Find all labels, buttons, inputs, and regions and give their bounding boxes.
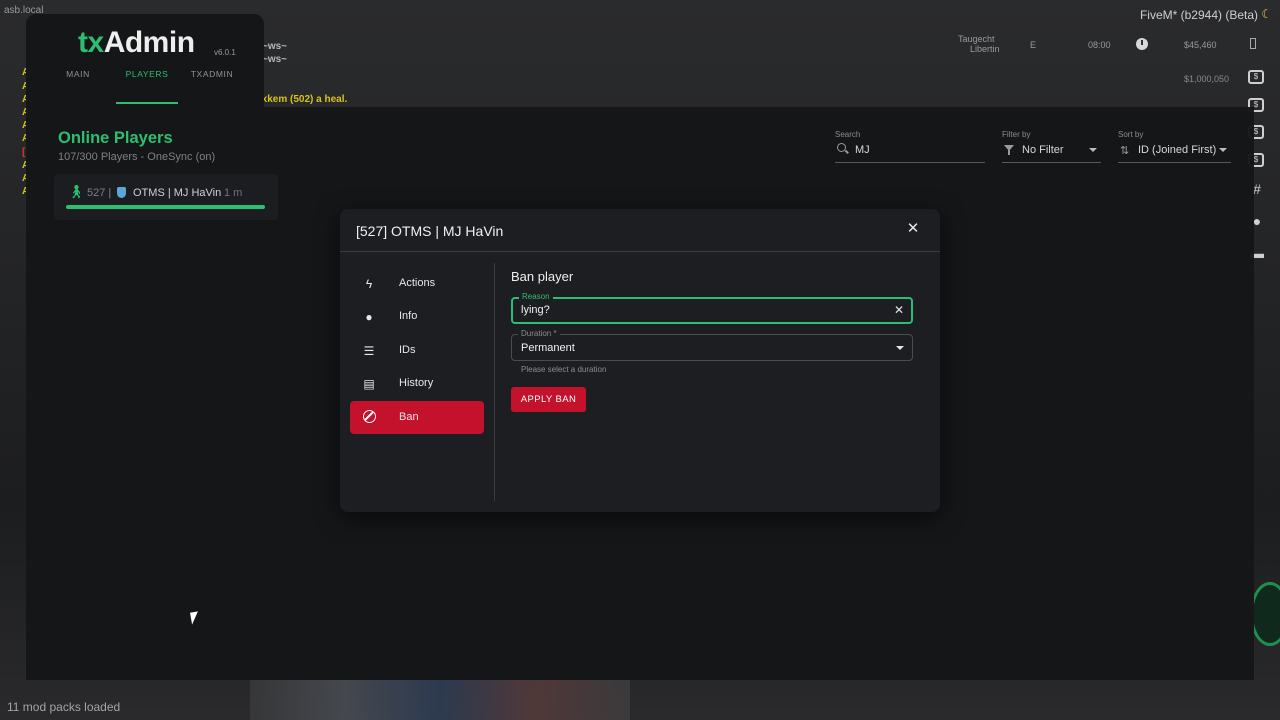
bolt-icon: ϟ [365, 277, 373, 291]
search-input[interactable]: MJ [835, 139, 985, 163]
duration-value: Permanent [521, 342, 575, 354]
player-count: 107/300 Players - OneSync (on) [58, 151, 216, 163]
chevron-down-icon [1219, 148, 1227, 152]
modal-vertical-divider [494, 263, 495, 501]
duration-helper-text: Please select a duration [521, 365, 607, 374]
player-name: OTMS | MJ HaVin [133, 187, 222, 199]
reason-input[interactable]: Reason lying? ✕ [511, 292, 913, 324]
clock-icon [1136, 38, 1148, 50]
hud-row: Taugecht Libertin E 08:00 $45,460 [950, 34, 1270, 58]
ban-heading: Ban player [511, 269, 574, 284]
search-icon [837, 143, 846, 152]
cash-icon: $ [1248, 70, 1264, 84]
ban-icon [361, 409, 377, 426]
player-card[interactable]: 🚶︎ 527 | OTMS | MJ HaVin 1 m [54, 174, 278, 220]
nav-label: Info [399, 310, 418, 323]
nav-label: Ban [399, 410, 419, 423]
search-value: MJ [855, 144, 870, 156]
player-joined-time: 1 m [224, 187, 243, 199]
player-health-bar [66, 205, 265, 209]
reason-value: lying? [521, 304, 550, 316]
duration-label: Duration * [518, 329, 560, 338]
txadmin-header: txAdmin v6.0.1 MAIN PLAYERS TXADMIN [26, 14, 264, 107]
player-id: 527 | [87, 187, 112, 199]
sort-value: ID (Joined First) [1138, 144, 1217, 156]
page-title: Online Players [58, 129, 173, 147]
chevron-down-icon [896, 346, 904, 350]
filter-value: No Filter [1022, 144, 1064, 156]
mod-packs-status: 11 mod packs loaded [7, 700, 121, 714]
shield-icon [117, 187, 126, 198]
nav-item-actions[interactable]: ϟ Actions [350, 267, 484, 300]
duration-select[interactable]: Duration * Permanent [511, 329, 913, 361]
txadmin-tabs: MAIN PLAYERS TXADMIN [26, 70, 264, 104]
nav-item-ids[interactable]: ☰ IDs [350, 334, 484, 367]
game-scene-strip [250, 678, 630, 720]
logo-admin: Admin [103, 26, 195, 59]
moon-icon: ☾ [1261, 7, 1272, 21]
nav-label: Actions [399, 277, 436, 289]
walking-icon: 🚶︎ [68, 184, 85, 199]
hud-time: 08:00 [1088, 40, 1111, 50]
nav-label: IDs [399, 343, 416, 356]
hud-sublabel: Libertin [970, 44, 1000, 54]
battery-icon [1250, 38, 1256, 49]
tab-players[interactable]: PLAYERS [116, 70, 178, 104]
nav-label: History [399, 377, 434, 390]
sort-icon: ⇅ [1120, 145, 1130, 157]
fivem-build-label: FiveM* (b2944) (Beta) [1139, 8, 1258, 22]
hud-cash: $45,460 [1184, 40, 1217, 50]
close-icon[interactable]: ✕ [904, 220, 922, 238]
player-modal: [527] OTMS | MJ HaVin ✕ ϟ Actions ● Info… [340, 209, 940, 512]
modal-nav: ϟ Actions ● Info ☰ IDs ▤ History Ban [350, 267, 484, 434]
sort-select[interactable]: ⇅ ID (Joined First) [1118, 139, 1231, 163]
apply-ban-button[interactable]: APPLY BAN [511, 387, 586, 412]
modal-title: [527] OTMS | MJ HaVin [356, 223, 504, 239]
tab-txadmin[interactable]: TXADMIN [186, 70, 238, 104]
chevron-down-icon [1089, 148, 1097, 152]
tab-main[interactable]: MAIN [52, 70, 104, 104]
txadmin-version: v6.0.1 [214, 48, 236, 57]
filter-select[interactable]: No Filter [1002, 139, 1101, 163]
nav-item-ban[interactable]: Ban [350, 400, 484, 434]
book-icon: ▤ [363, 377, 375, 392]
hud-key: E [1030, 40, 1037, 50]
filter-icon [1004, 145, 1014, 155]
person-icon: ● [365, 310, 373, 325]
nav-item-info[interactable]: ● Info [350, 300, 484, 333]
reason-label: Reason [519, 292, 553, 301]
nav-item-history[interactable]: ▤ History [350, 367, 484, 400]
search-label: Search [835, 130, 861, 139]
list-icon: ☰ [363, 343, 375, 358]
sort-label: Sort by [1118, 130, 1144, 139]
hud-label: Taugecht [958, 34, 995, 44]
modal-divider [340, 251, 940, 252]
hud-bank: $1,000,050 [1184, 74, 1230, 84]
clear-icon[interactable]: ✕ [891, 301, 907, 319]
filter-label: Filter by [1002, 130, 1031, 139]
logo-tx: tx [78, 26, 104, 59]
txadmin-logo: txAdmin [78, 26, 195, 60]
